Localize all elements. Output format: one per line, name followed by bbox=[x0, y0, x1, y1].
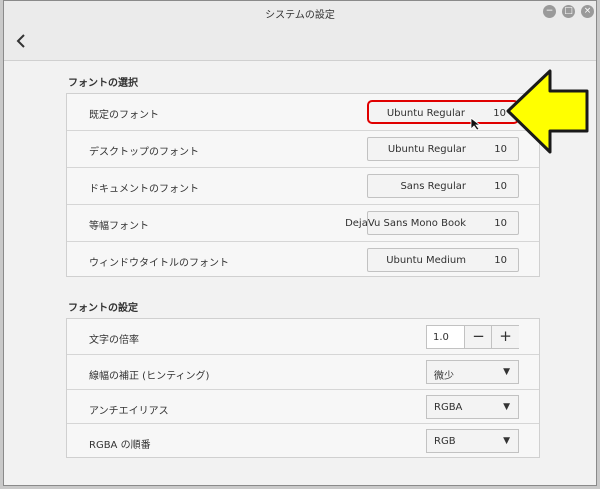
text-scale-spinbox: 1.0 − + bbox=[426, 325, 519, 349]
header-bar bbox=[4, 23, 596, 61]
chevron-down-icon: ▼ bbox=[503, 402, 510, 412]
font-selection-heading: フォントの選択 bbox=[68, 78, 138, 89]
chevron-left-icon bbox=[16, 34, 25, 48]
font-size: 10 bbox=[494, 181, 507, 192]
window-title-font-label: ウィンドウタイトルのフォント bbox=[89, 258, 229, 269]
rgba-order-row: RGBA の順番 RGB ▼ bbox=[67, 424, 539, 458]
font-settings-panel: 文字の倍率 1.0 − + 線幅の補正 (ヒンティング) 微少 ▼ アンチエイリ… bbox=[66, 318, 540, 458]
font-name: Ubuntu Regular bbox=[387, 144, 466, 155]
window-title-font-row: ウィンドウタイトルのフォント Ubuntu Medium 10 bbox=[67, 242, 539, 279]
desktop-font-label: デスクトップのフォント bbox=[89, 147, 199, 158]
hinting-dropdown[interactable]: 微少 ▼ bbox=[426, 360, 519, 384]
font-name: DejaVu Sans Mono Book bbox=[345, 218, 466, 229]
desktop-font-row: デスクトップのフォント Ubuntu Regular 10 bbox=[67, 131, 539, 168]
maximize-button[interactable]: □ bbox=[562, 5, 575, 18]
titlebar: システムの設定 − □ × bbox=[4, 1, 596, 24]
document-font-row: ドキュメントのフォント Sans Regular 10 bbox=[67, 168, 539, 205]
document-font-button[interactable]: Sans Regular 10 bbox=[367, 174, 519, 198]
window-title: システムの設定 bbox=[265, 10, 335, 21]
font-name: Sans Regular bbox=[400, 181, 466, 192]
document-font-label: ドキュメントのフォント bbox=[89, 184, 199, 195]
font-size: 10 bbox=[494, 255, 507, 266]
default-font-button[interactable]: Ubuntu Regular 10 bbox=[367, 100, 519, 124]
close-button[interactable]: × bbox=[581, 5, 594, 18]
rgba-order-value: RGB bbox=[434, 436, 456, 447]
antialias-dropdown[interactable]: RGBA ▼ bbox=[426, 395, 519, 419]
text-scale-input[interactable]: 1.0 bbox=[433, 332, 449, 343]
monospace-font-label: 等幅フォント bbox=[89, 221, 149, 232]
annotation-arrow-icon bbox=[505, 68, 590, 158]
desktop-font-button[interactable]: Ubuntu Regular 10 bbox=[367, 137, 519, 161]
hinting-value: 微少 bbox=[434, 371, 454, 382]
chevron-down-icon: ▼ bbox=[503, 367, 510, 377]
mouse-pointer-icon bbox=[470, 117, 482, 134]
hinting-row: 線幅の補正 (ヒンティング) 微少 ▼ bbox=[67, 355, 539, 390]
increase-button[interactable]: + bbox=[491, 326, 519, 348]
antialias-value: RGBA bbox=[434, 402, 463, 413]
text-scale-label: 文字の倍率 bbox=[89, 335, 139, 346]
font-selection-panel: 既定のフォント Ubuntu Regular 10 デスクトップのフォント Ub… bbox=[66, 93, 540, 277]
rgba-order-label: RGBA の順番 bbox=[89, 440, 151, 451]
font-size: 10 bbox=[494, 218, 507, 229]
chevron-down-icon: ▼ bbox=[503, 436, 510, 446]
default-font-row: 既定のフォント Ubuntu Regular 10 bbox=[67, 94, 539, 131]
text-scale-row: 文字の倍率 1.0 − + bbox=[67, 319, 539, 355]
minimize-button[interactable]: − bbox=[543, 5, 556, 18]
font-name: Ubuntu Medium bbox=[386, 255, 466, 266]
rgba-order-dropdown[interactable]: RGB ▼ bbox=[426, 429, 519, 453]
default-font-label: 既定のフォント bbox=[89, 110, 159, 121]
antialias-label: アンチエイリアス bbox=[89, 406, 169, 417]
decrease-button[interactable]: − bbox=[464, 326, 492, 348]
antialias-row: アンチエイリアス RGBA ▼ bbox=[67, 390, 539, 424]
back-button[interactable] bbox=[12, 31, 32, 51]
window-title-font-button[interactable]: Ubuntu Medium 10 bbox=[367, 248, 519, 272]
font-name: Ubuntu Regular bbox=[386, 108, 465, 119]
monospace-font-row: 等幅フォント DejaVu Sans Mono Book 10 bbox=[67, 205, 539, 242]
font-settings-heading: フォントの設定 bbox=[68, 303, 138, 314]
monospace-font-button[interactable]: DejaVu Sans Mono Book 10 bbox=[345, 211, 519, 235]
hinting-label: 線幅の補正 (ヒンティング) bbox=[89, 371, 210, 382]
